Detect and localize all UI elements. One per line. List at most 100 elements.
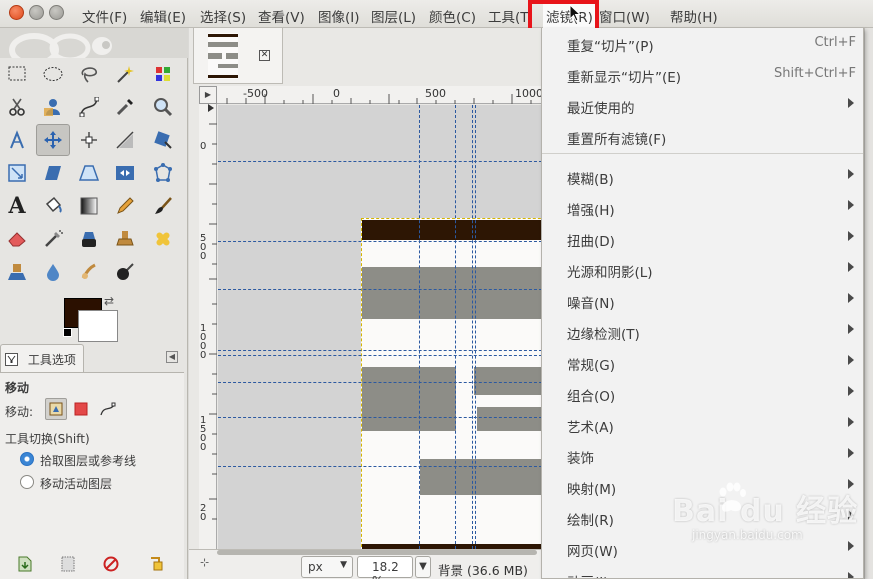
guide-vertical[interactable] bbox=[475, 105, 476, 549]
airbrush-icon[interactable] bbox=[36, 223, 70, 255]
zoom-dropdown-icon[interactable]: ▼ bbox=[415, 556, 431, 578]
menu-select[interactable]: 选择(S) bbox=[200, 6, 246, 26]
menu-layer[interactable]: 图层(L) bbox=[371, 6, 416, 26]
menu-windows[interactable]: 窗口(W) bbox=[599, 6, 659, 26]
menu-item-enhance[interactable]: 增强(H) bbox=[542, 192, 863, 223]
quick-mask-corner[interactable]: ▶ bbox=[199, 86, 217, 104]
window-minimize-button[interactable] bbox=[29, 5, 44, 20]
menu-item-noise[interactable]: 噪音(N) bbox=[542, 285, 863, 316]
eraser-icon[interactable] bbox=[0, 223, 34, 255]
delete-tool-options-icon[interactable] bbox=[100, 553, 122, 575]
clone-stamp-icon[interactable] bbox=[108, 223, 142, 255]
menu-item-repeat-filter[interactable]: 重复“切片”(P) Ctrl+F bbox=[542, 28, 863, 59]
baidu-paw-icon bbox=[719, 482, 746, 512]
unified-transform-icon[interactable] bbox=[146, 124, 180, 156]
text-tool-icon[interactable]: A bbox=[0, 190, 34, 222]
save-tool-options-icon[interactable] bbox=[14, 553, 36, 575]
align-icon[interactable] bbox=[72, 124, 106, 156]
submenu-arrow-icon bbox=[848, 231, 854, 241]
pick-layer-radio[interactable] bbox=[20, 452, 34, 466]
move-path-mode-button[interactable] bbox=[97, 398, 119, 420]
ruler-v-label: 0 bbox=[200, 141, 207, 152]
rect-select-icon[interactable] bbox=[0, 58, 34, 90]
submenu-arrow-icon bbox=[848, 417, 854, 427]
menu-item-decor[interactable]: 装饰 bbox=[542, 440, 863, 471]
reset-tool-options-icon[interactable] bbox=[145, 553, 167, 575]
ruler-h-label: -500 bbox=[243, 87, 268, 100]
perspective-icon[interactable] bbox=[72, 157, 106, 189]
fuzzy-select-icon[interactable] bbox=[108, 58, 142, 90]
measure-icon[interactable] bbox=[0, 124, 34, 156]
dodge-burn-icon[interactable] bbox=[108, 256, 142, 288]
move-active-layer-radio-label: 移动活动图层 bbox=[40, 477, 113, 491]
bucket-fill-icon[interactable] bbox=[36, 190, 70, 222]
menu-item-combine[interactable]: 组合(O) bbox=[542, 378, 863, 409]
move-active-layer-radio[interactable] bbox=[20, 475, 34, 489]
smudge-icon[interactable] bbox=[72, 256, 106, 288]
ruler-h-label: 0 bbox=[333, 87, 340, 100]
menu-item-reset-all-filters[interactable]: 重置所有滤镜(F) bbox=[542, 121, 863, 152]
move-tool-icon[interactable] bbox=[36, 124, 70, 156]
tool-options-panel: 移动 移动: 工具切换(Shift) 拾取图层或参考线 移动活动图层 bbox=[0, 372, 184, 579]
color-picker-icon[interactable] bbox=[108, 91, 142, 123]
window-close-button[interactable] bbox=[9, 5, 24, 20]
navigate-icon[interactable]: ⊹ bbox=[200, 556, 209, 569]
horizontal-scrollbar[interactable] bbox=[217, 550, 537, 555]
menu-item-blur[interactable]: 模糊(B) bbox=[542, 161, 863, 192]
paintbrush-icon[interactable] bbox=[146, 190, 180, 222]
zoom-input[interactable]: 18.2 % bbox=[357, 556, 413, 579]
menu-colors[interactable]: 颜色(C) bbox=[429, 6, 476, 26]
menu-help[interactable]: 帮助(H) bbox=[670, 6, 718, 26]
menu-item-artistic[interactable]: 艺术(A) bbox=[542, 409, 863, 440]
menu-item-edge-detect[interactable]: 边缘检测(T) bbox=[542, 316, 863, 347]
menu-view[interactable]: 查看(V) bbox=[258, 6, 305, 26]
ellipse-select-icon[interactable] bbox=[36, 58, 70, 90]
guide-vertical[interactable] bbox=[455, 105, 456, 549]
flip-icon[interactable] bbox=[108, 157, 142, 189]
swap-colors-icon[interactable]: ⇄ bbox=[104, 294, 114, 308]
submenu-arrow-icon bbox=[848, 355, 854, 365]
move-selection-mode-button[interactable] bbox=[70, 398, 92, 420]
menu-item-distorts[interactable]: 扭曲(D) bbox=[542, 223, 863, 254]
foreground-select-icon[interactable] bbox=[36, 91, 70, 123]
close-tab-icon[interactable]: ✕ bbox=[259, 50, 270, 61]
pencil-icon[interactable] bbox=[108, 190, 142, 222]
scale-icon[interactable] bbox=[0, 157, 34, 189]
ruler-v-label: 500 bbox=[200, 233, 207, 262]
heal-icon[interactable] bbox=[146, 223, 180, 255]
guide-vertical[interactable] bbox=[472, 105, 473, 549]
paths-icon[interactable] bbox=[72, 91, 106, 123]
gradient-icon[interactable] bbox=[72, 190, 106, 222]
image-tab[interactable]: ✕ bbox=[193, 28, 283, 84]
cage-transform-icon[interactable] bbox=[146, 157, 180, 189]
image-canvas[interactable] bbox=[361, 218, 556, 567]
scissors-icon[interactable] bbox=[0, 91, 34, 123]
window-maximize-button[interactable] bbox=[49, 5, 64, 20]
menu-item-reshow-filter[interactable]: 重新显示“切片”(E) Shift+Ctrl+F bbox=[542, 59, 863, 90]
menu-item-generic[interactable]: 常规(G) bbox=[542, 347, 863, 378]
move-layer-mode-button[interactable] bbox=[45, 398, 67, 420]
tab-tool-options[interactable]: 工具选项 bbox=[0, 344, 84, 372]
menu-item-recently-used[interactable]: 最近使用的 bbox=[542, 90, 863, 121]
submenu-arrow-icon bbox=[848, 169, 854, 179]
menu-item-animation[interactable]: 动画(I) bbox=[542, 564, 863, 578]
default-colors-icon[interactable] bbox=[63, 328, 72, 337]
menu-file[interactable]: 文件(F) bbox=[82, 6, 127, 26]
transform-icon[interactable] bbox=[108, 124, 142, 156]
unit-select[interactable]: px ▼ bbox=[301, 556, 353, 578]
menu-edit[interactable]: 编辑(E) bbox=[140, 6, 186, 26]
perspective-clone-icon[interactable] bbox=[0, 256, 34, 288]
menu-item-light-and-shadow[interactable]: 光源和阴影(L) bbox=[542, 254, 863, 285]
ink-icon[interactable] bbox=[72, 223, 106, 255]
shear-icon[interactable] bbox=[36, 157, 70, 189]
background-color-swatch[interactable] bbox=[78, 310, 118, 342]
guide-vertical[interactable] bbox=[419, 105, 420, 549]
select-by-color-icon[interactable] bbox=[146, 58, 180, 90]
zoom-icon[interactable] bbox=[146, 91, 180, 123]
lasso-icon[interactable] bbox=[72, 58, 106, 90]
menu-image[interactable]: 图像(I) bbox=[318, 6, 360, 26]
blur-sharpen-icon[interactable] bbox=[36, 256, 70, 288]
restore-tool-options-icon[interactable] bbox=[57, 553, 79, 575]
menu-tools[interactable]: 工具(T) bbox=[488, 6, 532, 26]
tab-menu-button[interactable]: ◀ bbox=[166, 351, 178, 363]
